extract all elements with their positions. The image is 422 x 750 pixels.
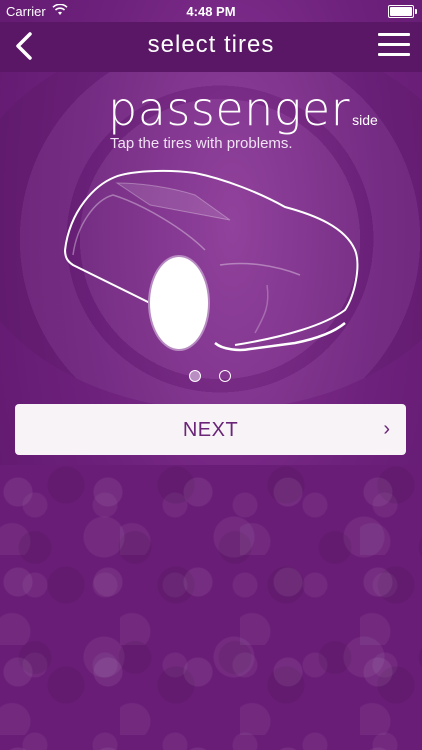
next-button-label: NEXT [182, 419, 239, 441]
page-dot-2[interactable] [219, 370, 231, 382]
front-passenger-tire[interactable] [148, 255, 210, 351]
instruction-text: Tap the tires with problems. [110, 135, 293, 152]
chevron-right-icon: › [383, 418, 390, 440]
next-button[interactable]: NEXT › [15, 404, 406, 455]
side-suffix: side [352, 112, 378, 128]
page-dot-1[interactable] [189, 370, 201, 382]
side-heading: passenger side [108, 82, 378, 136]
tire-shape [148, 255, 210, 351]
status-time: 4:48 PM [186, 4, 236, 19]
menu-button[interactable] [378, 30, 410, 60]
status-bar: Carrier 4:48 PM [0, 0, 422, 22]
ground-texture [0, 465, 422, 750]
page-title: select tires [147, 31, 275, 58]
screen: Carrier 4:48 PM select tires passenger s… [0, 0, 422, 750]
page-indicator [189, 370, 235, 384]
navigation-bar: select tires [0, 22, 422, 72]
battery-icon [388, 5, 417, 18]
car-outline-illustration [64, 169, 359, 352]
side-word: passenger [108, 82, 351, 136]
